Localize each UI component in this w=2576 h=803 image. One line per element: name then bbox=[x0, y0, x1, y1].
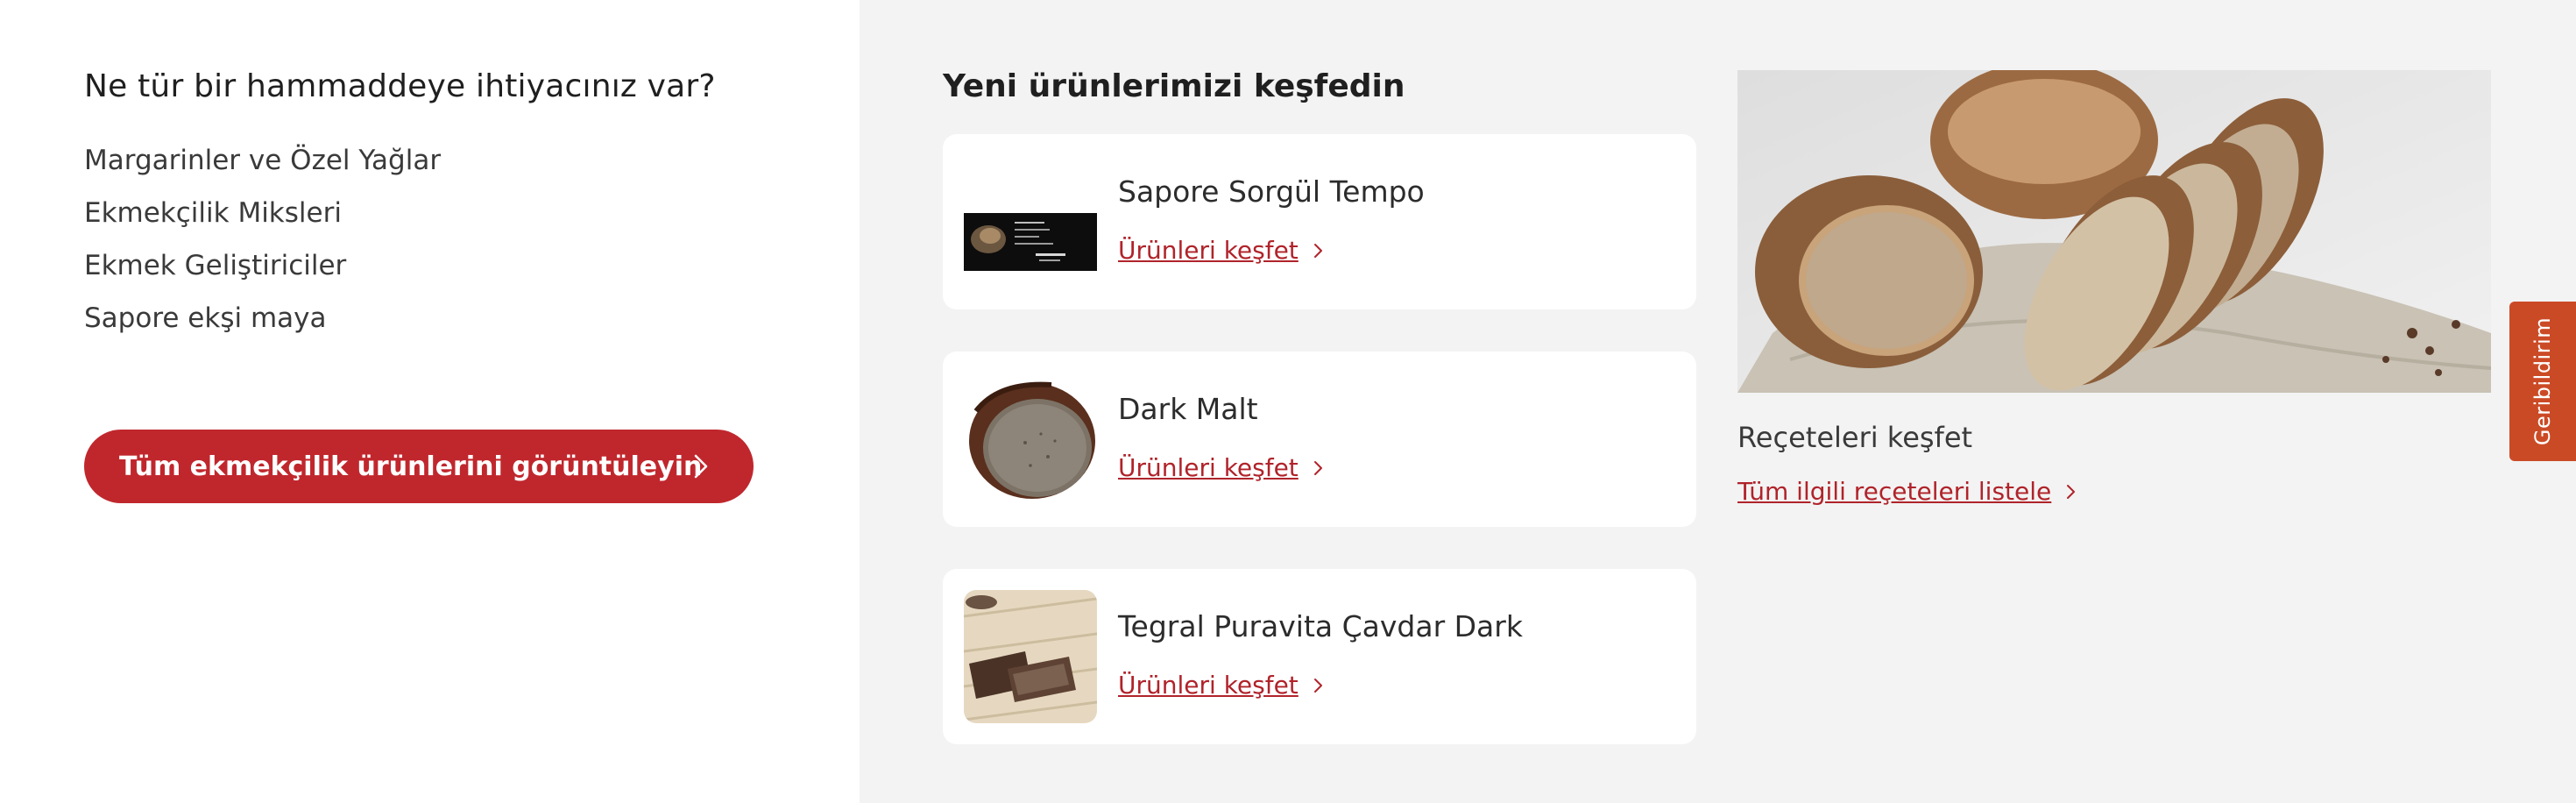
category-item[interactable]: Margarinler ve Özel Yağlar bbox=[84, 140, 441, 193]
feedback-tab[interactable]: Geribildirim bbox=[2509, 302, 2576, 461]
category-link-miksler[interactable]: Ekmekçilik Miksleri bbox=[84, 197, 342, 229]
product-image-dark-malt bbox=[964, 373, 1097, 506]
category-item[interactable]: Ekmekçilik Miksleri bbox=[84, 193, 441, 245]
view-all-bakery-products-button[interactable]: Tüm ekmekçilik ürünlerini görüntüleyin bbox=[84, 430, 754, 503]
product-card[interactable]: Sapore Sorgül Tempo Ürünleri keşfet bbox=[943, 134, 1696, 309]
all-recipes-link-label: Tüm ilgili reçeteleri listele bbox=[1737, 477, 2052, 506]
explore-link-label: Ürünleri keşfet bbox=[1118, 236, 1299, 265]
product-name: Tegral Puravita Çavdar Dark bbox=[1118, 609, 1523, 643]
explore-link-label: Ürünleri keşfet bbox=[1118, 453, 1299, 482]
category-item[interactable]: Sapore ekşi maya bbox=[84, 298, 441, 351]
explore-products-link[interactable]: Ürünleri keşfet bbox=[1118, 236, 1327, 265]
category-link-gelistiriciler[interactable]: Ekmek Geliştiriciler bbox=[84, 250, 346, 281]
product-card[interactable]: Tegral Puravita Çavdar Dark Ürünleri keş… bbox=[943, 569, 1696, 744]
chevron-right-icon bbox=[694, 454, 708, 479]
recipes-hero-image bbox=[1737, 70, 2491, 393]
product-image-tegral-puravita-cavdar-dark bbox=[964, 590, 1097, 723]
feedback-label: Geribildirim bbox=[2530, 316, 2556, 446]
explore-products-link[interactable]: Ürünleri keşfet bbox=[1118, 453, 1327, 482]
chevron-right-icon bbox=[1313, 460, 1322, 475]
new-products-heading: Yeni ürünlerimizi keşfedin bbox=[943, 68, 1405, 104]
category-list: Margarinler ve Özel Yağlar Ekmekçilik Mi… bbox=[84, 140, 441, 351]
chevron-right-icon bbox=[2067, 484, 2076, 499]
all-recipes-link[interactable]: Tüm ilgili reçeteleri listele bbox=[1737, 477, 2079, 506]
cta-label: Tüm ekmekçilik ürünlerini görüntüleyin bbox=[119, 451, 703, 482]
product-image-sapore-sorgul-tempo bbox=[964, 155, 1097, 288]
explore-link-label: Ürünleri keşfet bbox=[1118, 671, 1299, 700]
category-item[interactable]: Ekmek Geliştiriciler bbox=[84, 245, 441, 298]
category-link-eksi-maya[interactable]: Sapore ekşi maya bbox=[84, 302, 327, 334]
product-card[interactable]: Dark Malt Ürünleri keşfet bbox=[943, 352, 1696, 527]
new-products-panel: Yeni ürünlerimizi keşfedin Sapore Sorgül… bbox=[860, 0, 2576, 803]
chevron-right-icon bbox=[1313, 243, 1322, 258]
category-heading: Ne tür bir hammaddeye ihtiyacınız var? bbox=[84, 68, 716, 104]
chevron-right-icon bbox=[1313, 678, 1322, 693]
product-name: Sapore Sorgül Tempo bbox=[1118, 174, 1425, 209]
category-link-margarinler[interactable]: Margarinler ve Özel Yağlar bbox=[84, 145, 441, 176]
explore-products-link[interactable]: Ürünleri keşfet bbox=[1118, 671, 1327, 700]
category-panel: Ne tür bir hammaddeye ihtiyacınız var? M… bbox=[0, 0, 860, 803]
product-name: Dark Malt bbox=[1118, 392, 1258, 426]
recipes-title: Reçeteleri keşfet bbox=[1737, 421, 1973, 454]
